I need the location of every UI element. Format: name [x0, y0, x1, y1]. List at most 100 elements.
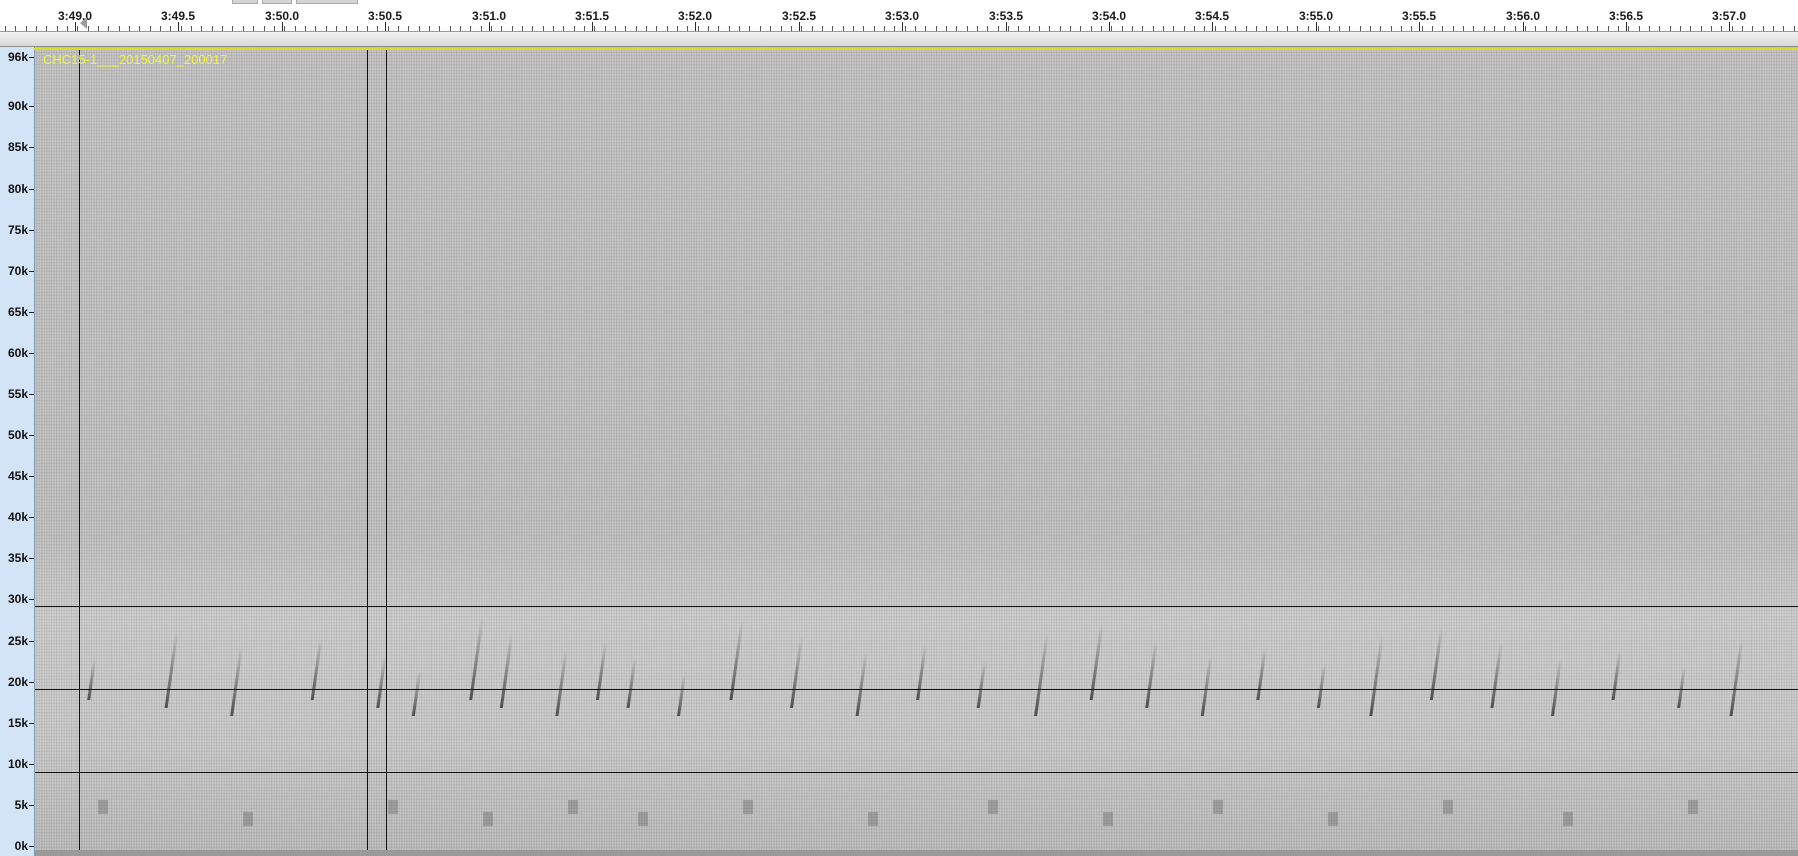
time-tick-minor — [1473, 26, 1474, 31]
time-tick-major — [178, 22, 179, 31]
time-tick-label: 3:52.5 — [781, 9, 817, 23]
time-tick-label: 3:51.5 — [574, 9, 610, 23]
time-tick-minor — [88, 26, 89, 31]
time-tick-minor — [326, 26, 327, 31]
time-tick-major — [385, 22, 386, 31]
time-tick-minor — [1597, 26, 1598, 31]
call-trace — [1611, 651, 1622, 700]
time-tick-label: 3:54.5 — [1194, 9, 1230, 23]
low-frequency-blob — [1213, 800, 1223, 814]
time-tick-minor — [584, 26, 585, 31]
time-tick-minor — [1060, 26, 1061, 31]
time-tick-minor — [998, 26, 999, 31]
time-tick-minor — [305, 26, 306, 31]
time-tick-minor — [429, 26, 430, 31]
frequency-tick — [29, 476, 34, 477]
time-tick-minor — [67, 26, 68, 31]
time-tick-minor — [1080, 26, 1081, 31]
low-frequency-blob — [388, 800, 398, 814]
time-tick-label: 3:50.0 — [264, 9, 300, 23]
low-frequency-blob — [743, 800, 753, 814]
time-tick-minor — [967, 26, 968, 31]
call-trace — [916, 645, 927, 700]
time-tick-minor — [243, 26, 244, 31]
timeline-ruler[interactable]: 3:49.0 3:49.5 3:50.0 3:50.5 3:51.0 3:51.5 3:52… — [0, 0, 1798, 32]
time-tick-minor — [605, 26, 606, 31]
time-tick-minor — [915, 26, 916, 31]
selection-start-line[interactable] — [79, 50, 80, 856]
time-tick-minor — [770, 26, 771, 31]
low-frequency-blob — [988, 800, 998, 814]
time-tick-minor — [1463, 26, 1464, 31]
time-tick-minor — [1587, 26, 1588, 31]
time-tick-major — [75, 22, 76, 31]
call-trace — [1256, 648, 1267, 700]
time-tick-minor — [295, 26, 296, 31]
time-tick-minor — [677, 26, 678, 31]
frequency-axis[interactable]: 96k 90k 85k 80k 75k 70k 65k 60k 55k 50k 45k 40k 35k 3… — [0, 47, 35, 856]
time-tick-minor — [470, 26, 471, 31]
frequency-guide-10k — [35, 772, 1798, 773]
time-tick-minor — [522, 26, 523, 31]
cursor-line[interactable] — [386, 50, 387, 856]
frequency-label: 70k — [7, 264, 28, 278]
call-trace — [626, 658, 637, 708]
call-trace — [790, 637, 803, 708]
call-trace — [469, 618, 484, 700]
time-tick-label: 3:52.0 — [677, 9, 713, 23]
spectrogram-view[interactable]: CHC15-1___20150407_200017 — [35, 50, 1798, 856]
frequency-label: 55k — [7, 387, 28, 401]
time-tick-major — [1006, 22, 1007, 31]
frequency-label: 35k — [7, 551, 28, 565]
time-tick-minor — [512, 26, 513, 31]
time-tick-minor — [1721, 26, 1722, 31]
time-tick-minor — [1628, 26, 1629, 31]
time-tick-minor — [646, 26, 647, 31]
time-tick-minor — [1184, 26, 1185, 31]
time-tick-minor — [26, 26, 27, 31]
time-tick-minor — [1639, 26, 1640, 31]
frequency-label: 10k — [7, 757, 28, 771]
low-frequency-blob — [483, 812, 493, 826]
ruler-tab — [262, 0, 292, 4]
time-tick-minor — [1256, 26, 1257, 31]
time-tick-minor — [1246, 26, 1247, 31]
frequency-label: 25k — [7, 634, 28, 648]
frequency-label: 30k — [7, 592, 28, 606]
selection-end-line[interactable] — [367, 50, 368, 856]
call-trace — [1200, 656, 1213, 716]
time-tick-minor — [698, 26, 699, 31]
time-tick-minor — [760, 26, 761, 31]
playhead-marker-icon[interactable] — [80, 17, 87, 29]
frequency-label: 96k — [7, 50, 28, 64]
time-tick-minor — [1535, 26, 1536, 31]
call-trace — [976, 661, 987, 708]
time-tick-major — [1626, 22, 1627, 31]
time-tick-label: 3:55.5 — [1401, 9, 1437, 23]
time-tick-minor — [191, 26, 192, 31]
low-frequency-blob — [1443, 800, 1453, 814]
time-tick-minor — [1215, 26, 1216, 31]
time-tick-minor — [1711, 26, 1712, 31]
time-tick-minor — [1194, 26, 1195, 31]
time-tick-minor — [36, 26, 37, 31]
time-tick-minor — [801, 26, 802, 31]
time-tick-label: 3:49.5 — [160, 9, 196, 23]
time-tick-major — [1419, 22, 1420, 31]
low-frequency-blob — [243, 812, 253, 826]
low-frequency-blob — [868, 812, 878, 826]
time-tick-minor — [1432, 26, 1433, 31]
frequency-tick — [29, 764, 34, 765]
frequency-label: 0k — [14, 839, 28, 853]
time-tick-minor — [863, 26, 864, 31]
time-tick-minor — [1525, 26, 1526, 31]
time-tick-minor — [843, 26, 844, 31]
time-tick-minor — [905, 26, 906, 31]
time-tick-minor — [1235, 26, 1236, 31]
track-control-strip[interactable] — [0, 32, 1798, 47]
time-tick-minor — [181, 26, 182, 31]
time-tick-minor — [1546, 26, 1547, 31]
frequency-label: 50k — [7, 428, 28, 442]
time-tick-minor — [1360, 26, 1361, 31]
time-tick-minor — [1453, 26, 1454, 31]
